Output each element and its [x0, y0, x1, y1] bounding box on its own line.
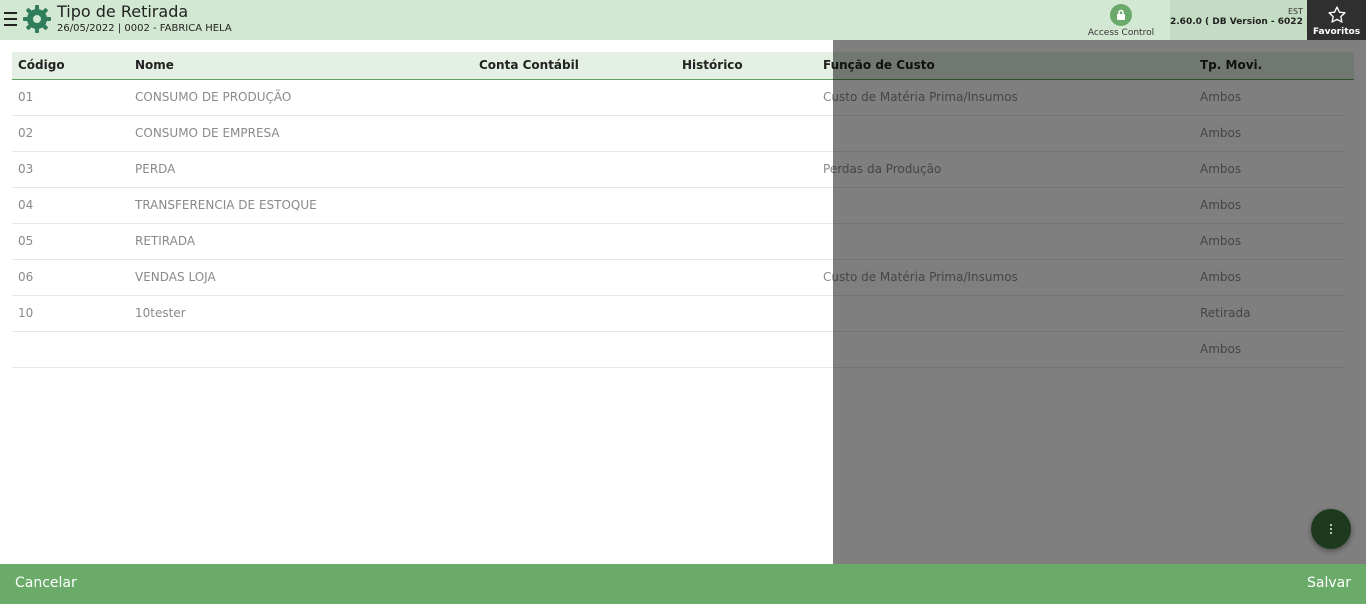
more-vertical-icon	[1330, 532, 1332, 534]
star-icon	[1327, 6, 1346, 23]
column-header-conta-contabil[interactable]: Conta Contábil	[479, 58, 579, 72]
cell-nome: VENDAS LOJA	[135, 270, 216, 284]
page-title: Tipo de Retirada	[57, 2, 189, 21]
more-vertical-icon	[1330, 528, 1332, 530]
cell-codigo: 02	[18, 126, 34, 140]
page-subtitle: 26/05/2022 | 0002 - FABRICA HELA	[57, 23, 232, 34]
lock-icon	[1110, 4, 1132, 26]
cell-nome: 10tester	[135, 306, 186, 320]
version-label: 2.60.0 ( DB Version - 6022 )	[1170, 17, 1311, 27]
column-header-historico[interactable]: Histórico	[682, 58, 743, 72]
version-info: EST 2.60.0 ( DB Version - 6022 )	[1170, 0, 1311, 40]
save-button[interactable]: Salvar	[1307, 575, 1351, 591]
cell-codigo: 01	[18, 90, 34, 104]
cell-nome: TRANSFERENCIA DE ESTOQUE	[135, 198, 317, 212]
top-bar: Tipo de Retirada 26/05/2022 | 0002 - FAB…	[0, 0, 1366, 40]
access-control-label: Access Control	[1087, 28, 1155, 38]
cancel-button[interactable]: Cancelar	[15, 575, 77, 591]
hamburger-menu-icon[interactable]	[4, 12, 17, 26]
cell-codigo: 06	[18, 270, 34, 284]
cell-nome: CONSUMO DE PRODUÇÃO	[135, 90, 292, 104]
favorites-label: Favoritos	[1312, 27, 1361, 37]
cell-codigo: 03	[18, 162, 34, 176]
cell-nome: RETIRADA	[135, 234, 196, 248]
env-label: EST	[1287, 7, 1303, 16]
favorites-button[interactable]: Favoritos	[1307, 0, 1366, 40]
more-vertical-icon	[1330, 524, 1332, 526]
gear-logo-icon	[23, 5, 51, 33]
cell-codigo: 04	[18, 198, 34, 212]
modal-backdrop-overlay[interactable]	[833, 40, 1366, 564]
footer-bar: Cancelar Salvar	[0, 564, 1366, 604]
cell-codigo: 05	[18, 234, 34, 248]
cell-nome: PERDA	[135, 162, 176, 176]
cell-nome: CONSUMO DE EMPRESA	[135, 126, 280, 140]
more-options-fab[interactable]	[1311, 509, 1351, 549]
column-header-nome[interactable]: Nome	[135, 58, 174, 72]
column-header-codigo[interactable]: Código	[18, 58, 65, 72]
cell-codigo: 10	[18, 306, 34, 320]
access-control-button[interactable]: Access Control	[1086, 4, 1156, 38]
